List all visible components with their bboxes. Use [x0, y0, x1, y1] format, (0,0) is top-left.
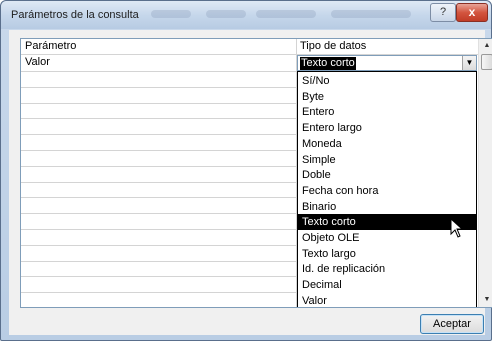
column-header-parameter[interactable]: Parámetro — [25, 40, 76, 52]
help-button[interactable]: ? — [430, 3, 456, 22]
parameter-cell[interactable]: Valor — [25, 56, 50, 68]
grid-row-line — [21, 276, 296, 278]
mouse-pointer-icon — [450, 218, 464, 238]
window-title: Parámetros de la consulta — [11, 9, 139, 21]
chevron-down-icon[interactable]: ▼ — [462, 56, 476, 70]
grid-row-line — [21, 197, 296, 199]
grid-row-line — [21, 86, 296, 88]
scrollbar-thumb[interactable] — [481, 54, 492, 70]
grid-row-line — [21, 292, 296, 294]
grid-row-line — [21, 229, 296, 230]
dropdown-option[interactable]: Decimal — [298, 277, 476, 293]
data-type-dropdown-list[interactable]: Sí/No Byte Entero Entero largo Moneda Simple D… — [297, 71, 477, 307]
scroll-up-arrow-icon[interactable]: ▲ — [479, 39, 492, 53]
dropdown-option[interactable]: Doble — [298, 167, 476, 183]
background-blur — [331, 10, 411, 18]
dropdown-option[interactable]: Id. de replicación — [298, 261, 476, 277]
accept-button[interactable]: Aceptar — [420, 314, 484, 334]
grid-row-line — [21, 213, 296, 215]
dropdown-option[interactable]: Entero — [298, 104, 476, 120]
grid-row-line — [21, 134, 296, 136]
grid-header: Parámetro Tipo de datos — [21, 39, 478, 55]
scroll-down-arrow-icon[interactable]: ▼ — [479, 293, 492, 307]
dropdown-option[interactable]: Texto largo — [298, 246, 476, 262]
grid-row-line — [21, 118, 296, 120]
grid-row-line — [21, 150, 296, 151]
column-header-data-type[interactable]: Tipo de datos — [300, 40, 366, 52]
dropdown-option[interactable]: Simple — [298, 152, 476, 168]
vertical-scrollbar[interactable]: ▲ ▼ — [478, 39, 492, 307]
dropdown-option[interactable]: Entero largo — [298, 120, 476, 136]
grid-row-line — [21, 181, 296, 183]
background-blur — [256, 10, 316, 18]
background-blur — [206, 10, 246, 18]
dropdown-option[interactable]: Sí/No — [298, 73, 476, 89]
dropdown-option[interactable]: Byte — [298, 89, 476, 105]
grid-row-line — [21, 244, 296, 246]
grid-row-line — [21, 165, 296, 167]
title-bar[interactable]: Parámetros de la consulta ? x — [1, 1, 491, 29]
data-type-value: Texto corto — [300, 57, 356, 70]
dropdown-option[interactable]: Binario — [298, 199, 476, 215]
grid-row-line — [21, 71, 296, 72]
background-blur — [151, 10, 191, 18]
grid-row-line — [21, 260, 296, 262]
data-type-combobox[interactable]: Texto corto ▼ — [297, 55, 477, 71]
dropdown-option[interactable]: Moneda — [298, 136, 476, 152]
dropdown-option[interactable]: Fecha con hora — [298, 183, 476, 199]
dropdown-option[interactable]: Valor — [298, 293, 476, 307]
grid-row-line — [21, 102, 296, 104]
close-button[interactable]: x — [456, 3, 488, 22]
parameters-grid: Parámetro Tipo de datos Valor Texto cort… — [20, 38, 492, 308]
